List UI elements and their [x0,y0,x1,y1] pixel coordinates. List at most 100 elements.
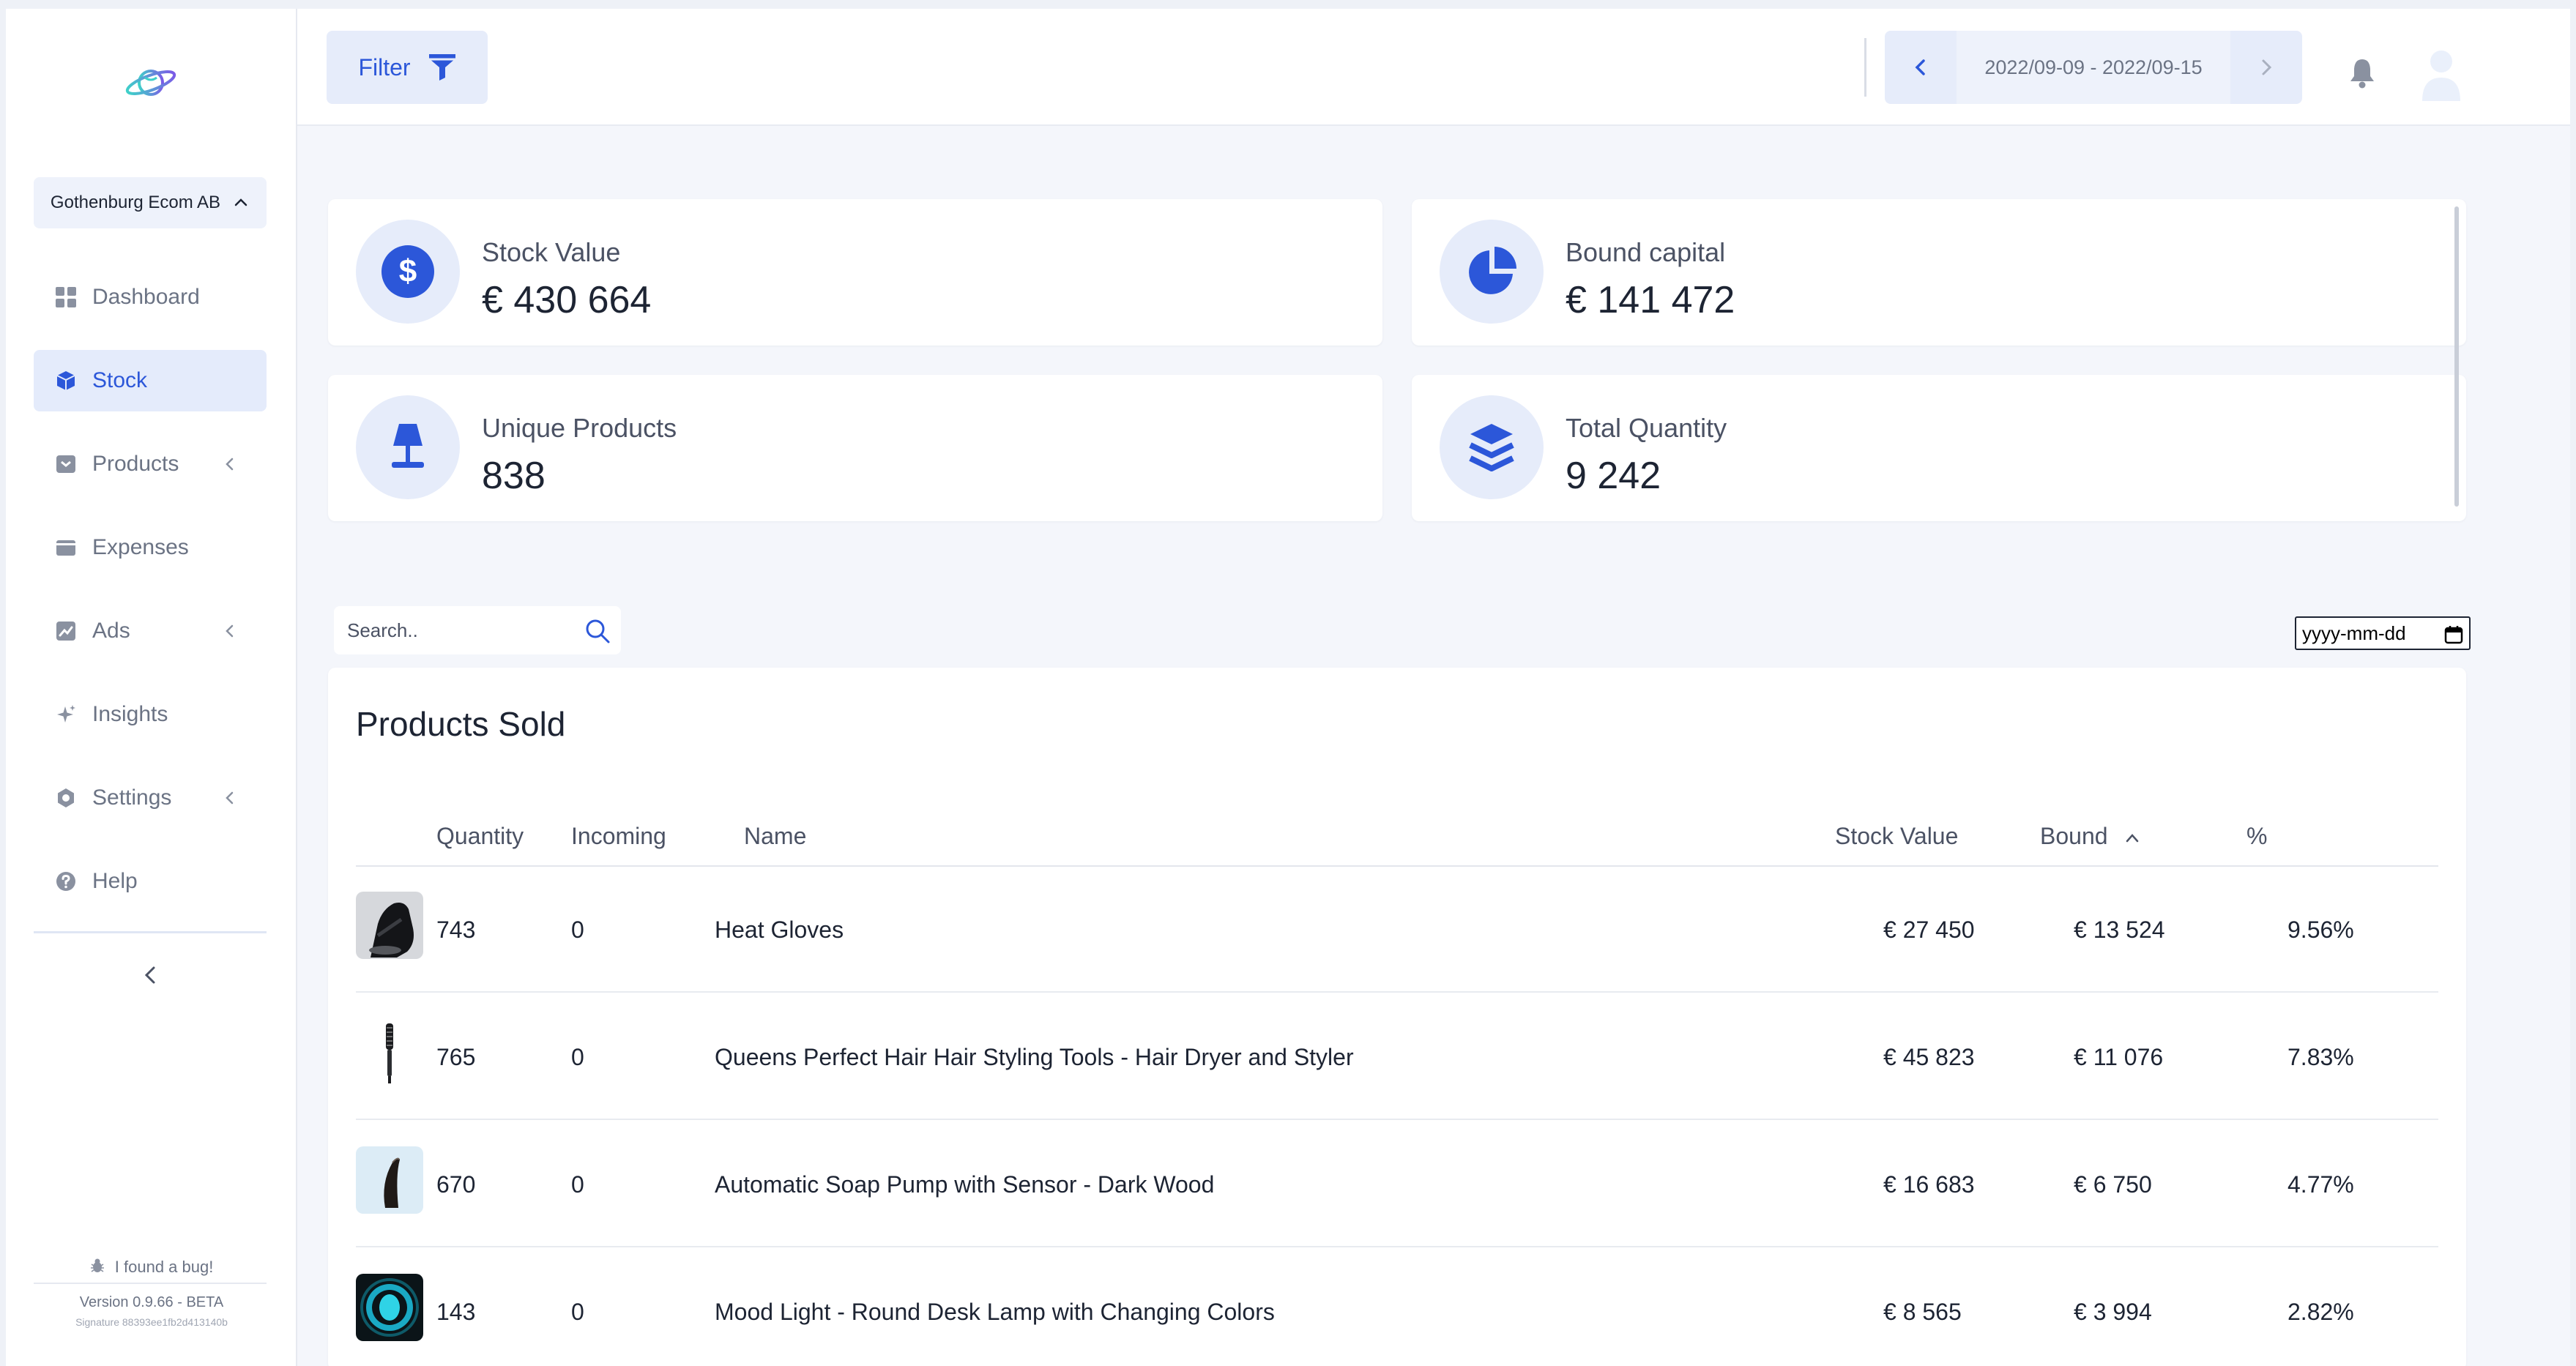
sidebar-divider [34,931,267,933]
topbar: Filter 2022/09-09 - 2022/09-15 [297,9,2570,126]
sidebar-item-label: Help [92,869,138,893]
incoming-cell: 0 [571,1299,584,1325]
next-week-button[interactable] [2230,31,2302,104]
chevron-up-icon [234,198,247,206]
avatar[interactable] [2418,44,2465,102]
column-header-name[interactable]: Name [744,823,806,850]
sidebar-item-expenses[interactable]: Expenses [34,517,267,578]
sidebar-item-label: Ads [92,619,130,643]
products-sold-card: Products Sold Quantity Incoming Name Sto… [328,668,2466,1366]
chevron-right-icon [2262,59,2272,75]
glove-thumbnail [356,892,423,959]
bug-report-link[interactable]: I found a bug! [6,1258,297,1278]
percent-cell: 4.77% [2287,1171,2354,1198]
filter-button[interactable]: Filter [327,31,488,104]
archive-box-icon [54,452,78,476]
sidebar-item-settings[interactable]: Settings [34,767,267,829]
soap-pump-thumbnail [356,1146,423,1214]
chevron-left-icon [1915,59,1925,75]
filter-icon [428,54,455,81]
stat-value: 9 242 [1566,455,1661,497]
products-sold-title: Products Sold [356,705,566,743]
cube-icon [54,369,78,392]
sort-ascending-icon [2126,833,2139,842]
sparkles-icon [54,703,78,726]
column-header-stock-value[interactable]: Stock Value [1835,823,1958,850]
search-icon[interactable] [584,618,611,644]
bound-cell: € 13 524 [2074,917,2165,943]
date-filter-input[interactable]: yyyy-mm-dd [2295,616,2471,650]
table-row[interactable]: 670 0 Automatic Soap Pump with Sensor - … [356,1121,2438,1247]
quantity-cell: 670 [436,1171,476,1198]
bell-icon[interactable] [2348,57,2377,89]
stock-value-cell: € 27 450 [1883,917,1975,943]
column-header-percent[interactable]: % [2246,823,2267,850]
stat-label: Unique Products [482,413,677,443]
search-input[interactable] [347,619,574,642]
column-header-quantity[interactable]: Quantity [436,823,524,850]
lamp-icon [356,395,460,499]
collapse-sidebar-icon[interactable] [136,960,165,990]
sidebar-item-products[interactable]: Products [34,433,267,495]
sidebar-item-label: Expenses [92,535,189,559]
gear-icon [54,786,78,810]
product-name-cell: Automatic Soap Pump with Sensor - Dark W… [715,1171,1215,1198]
dashboard-icon [54,285,78,309]
mood-light-thumbnail [356,1274,423,1341]
bug-report-label: I found a bug! [114,1258,214,1276]
sidebar-item-dashboard[interactable]: Dashboard [34,266,267,328]
product-name-cell: Queens Perfect Hair Hair Styling Tools -… [715,1044,1354,1070]
sidebar-item-label: Settings [92,785,172,810]
sidebar-item-insights[interactable]: Insights [34,684,267,745]
table-row[interactable]: 143 0 Mood Light - Round Desk Lamp with … [356,1249,2438,1366]
date-range-label[interactable]: 2022/09-09 - 2022/09-15 [1957,31,2230,104]
planet-logo-icon[interactable] [122,60,180,105]
stock-value-cell: € 16 683 [1883,1171,1975,1198]
sidebar-item-label: Products [92,452,179,476]
incoming-cell: 0 [571,917,584,943]
date-range-picker: 2022/09-09 - 2022/09-15 [1885,31,2302,104]
bug-icon [90,1258,105,1278]
company-switcher[interactable]: Gothenburg Ecom AB [34,177,267,228]
company-name: Gothenburg Ecom AB [50,193,221,212]
sidebar-item-stock[interactable]: Stock [34,350,267,411]
stat-card-unique-products: Unique Products 838 [328,375,1382,521]
percent-cell: 2.82% [2287,1299,2354,1325]
quantity-cell: 765 [436,1044,476,1070]
column-header-incoming[interactable]: Incoming [571,823,666,850]
stat-value: 838 [482,455,546,497]
product-name-cell: Mood Light - Round Desk Lamp with Changi… [715,1299,1275,1325]
help-circle-icon [54,870,78,893]
column-header-bound[interactable]: Bound [2040,823,2140,850]
table-row[interactable]: 743 0 Heat Gloves € 27 450 € 13 524 9.56… [356,867,2438,993]
date-filter-placeholder: yyyy-mm-dd [2302,622,2406,644]
previous-week-button[interactable] [1885,31,1957,104]
sidebar-item-label: Insights [92,702,168,726]
signature-label: Signature 88393ee1fb2d413140b [75,1316,228,1328]
pie-chart-icon [1440,220,1544,324]
wallet-icon [54,536,78,559]
stat-value: € 430 664 [482,279,652,321]
layers-icon [1440,395,1544,499]
sidebar-item-help[interactable]: Help [34,851,267,912]
column-header-bound-label: Bound [2040,823,2108,849]
bound-cell: € 3 994 [2074,1299,2152,1325]
stats-scrollbar[interactable] [2454,206,2459,507]
bound-cell: € 6 750 [2074,1171,2152,1198]
stat-card-stock-value: $ Stock Value € 430 664 [328,199,1382,346]
stat-label: Stock Value [482,237,621,267]
svg-text:$: $ [399,253,417,289]
stock-value-cell: € 8 565 [1883,1299,1962,1325]
percent-cell: 9.56% [2287,917,2354,943]
quantity-cell: 743 [436,917,476,943]
stat-card-bound-capital: Bound capital € 141 472 [1412,199,2466,346]
version-label: Version 0.9.66 - BETA [79,1294,224,1310]
chevron-left-icon [226,458,234,471]
table-row[interactable]: 765 0 Queens Perfect Hair Hair Styling T… [356,994,2438,1120]
chart-line-icon [54,619,78,643]
chevron-left-icon [226,791,234,805]
calendar-icon[interactable] [2444,625,2463,644]
stat-label: Total Quantity [1566,413,1727,443]
sidebar-item-ads[interactable]: Ads [34,600,267,662]
sidebar-item-label: Dashboard [92,285,200,309]
